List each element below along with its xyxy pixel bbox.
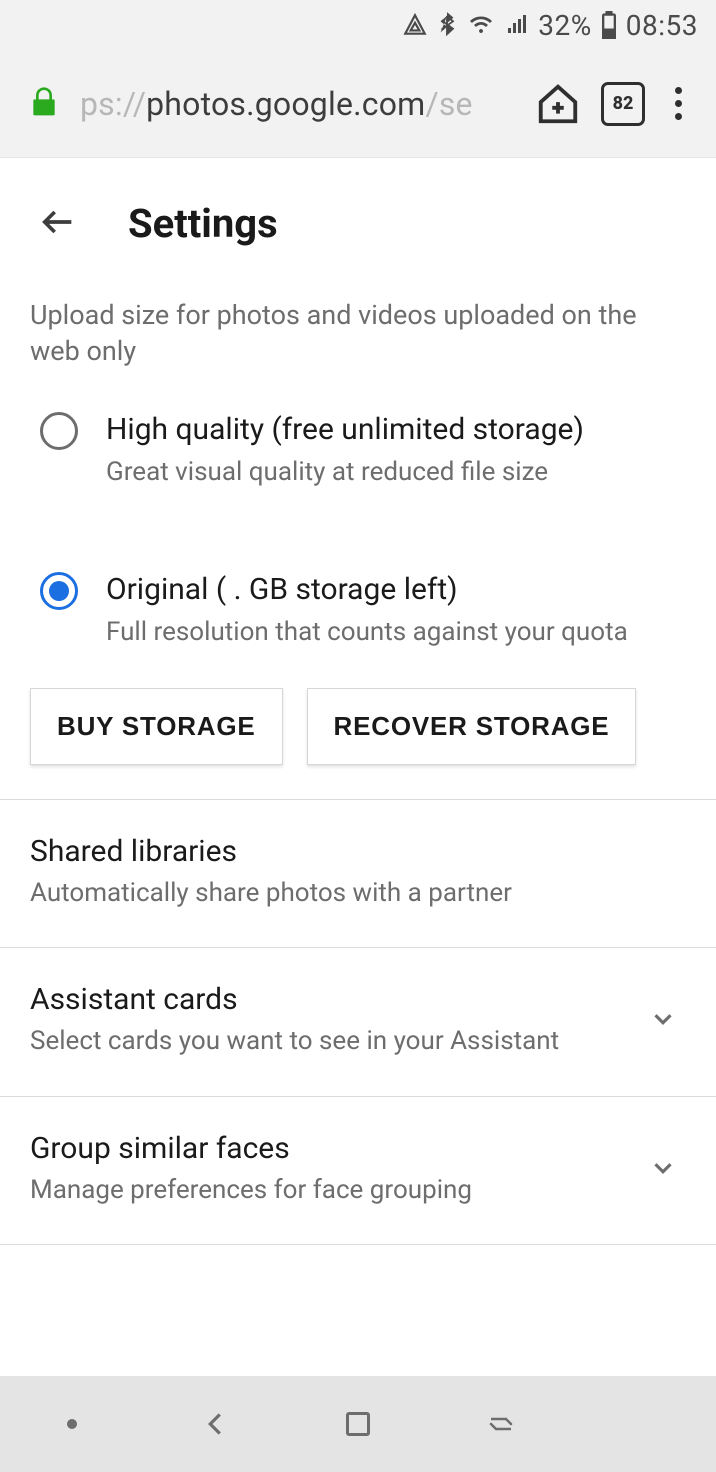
clock: 08:53 xyxy=(626,9,698,42)
wifi-icon xyxy=(466,13,496,37)
bluetooth-icon xyxy=(436,11,458,39)
row-shared-libraries[interactable]: Shared libraries Automatically share pho… xyxy=(0,800,716,947)
nav-dot-icon[interactable] xyxy=(42,1394,102,1454)
lock-icon xyxy=(28,83,60,125)
option-sub: Full resolution that counts against your… xyxy=(106,615,686,650)
option-sub: Great visual quality at reduced file siz… xyxy=(106,455,686,490)
divider xyxy=(0,1244,716,1245)
recover-storage-button[interactable]: RECOVER STORAGE xyxy=(307,688,637,765)
nav-recents-icon[interactable] xyxy=(471,1394,531,1454)
radio-selected-icon[interactable] xyxy=(40,572,78,610)
radio-unselected-icon[interactable] xyxy=(40,412,78,450)
page-content: Settings Upload size for photos and vide… xyxy=(0,158,716,1245)
nav-home-icon[interactable] xyxy=(328,1394,388,1454)
page-title: Settings xyxy=(128,200,278,247)
row-title: Assistant cards xyxy=(30,982,632,1017)
row-sub: Manage preferences for face grouping xyxy=(30,1172,632,1208)
tab-count: 82 xyxy=(613,93,634,114)
row-assistant-cards[interactable]: Assistant cards Select cards you want to… xyxy=(0,948,716,1095)
menu-icon[interactable] xyxy=(665,87,692,120)
option-high-quality[interactable]: High quality (free unlimited storage) Gr… xyxy=(0,380,716,500)
home-add-icon[interactable] xyxy=(535,81,581,127)
android-nav-bar xyxy=(0,1376,716,1472)
row-group-similar-faces[interactable]: Group similar faces Manage preferences f… xyxy=(0,1097,716,1244)
battery-icon xyxy=(600,11,618,39)
browser-address-bar: ps://photos.google.com/se 82 xyxy=(0,50,716,158)
chevron-down-icon xyxy=(648,1153,686,1187)
row-sub: Automatically share photos with a partne… xyxy=(30,875,686,911)
option-original[interactable]: Original ( . GB storage left) Full resol… xyxy=(0,540,716,660)
nav-back-icon[interactable] xyxy=(185,1394,245,1454)
row-title: Shared libraries xyxy=(30,834,686,869)
back-arrow-icon[interactable] xyxy=(38,202,78,246)
row-sub: Select cards you want to see in your Ass… xyxy=(30,1023,632,1059)
battery-percent: 32% xyxy=(538,9,591,42)
upload-size-description: Upload size for photos and videos upload… xyxy=(0,277,716,380)
tabs-button[interactable]: 82 xyxy=(601,82,645,126)
option-label: High quality (free unlimited storage) xyxy=(106,410,686,449)
signal-icon xyxy=(504,13,530,37)
chevron-down-icon xyxy=(648,1004,686,1038)
buy-storage-button[interactable]: BUY STORAGE xyxy=(30,688,283,765)
url-text[interactable]: ps://photos.google.com/se xyxy=(80,85,515,123)
row-title: Group similar faces xyxy=(30,1131,632,1166)
nav-spacer xyxy=(614,1394,674,1454)
android-status-bar: 32% 08:53 xyxy=(0,0,716,50)
data-saver-icon xyxy=(402,12,428,38)
option-label: Original ( . GB storage left) xyxy=(106,570,686,609)
